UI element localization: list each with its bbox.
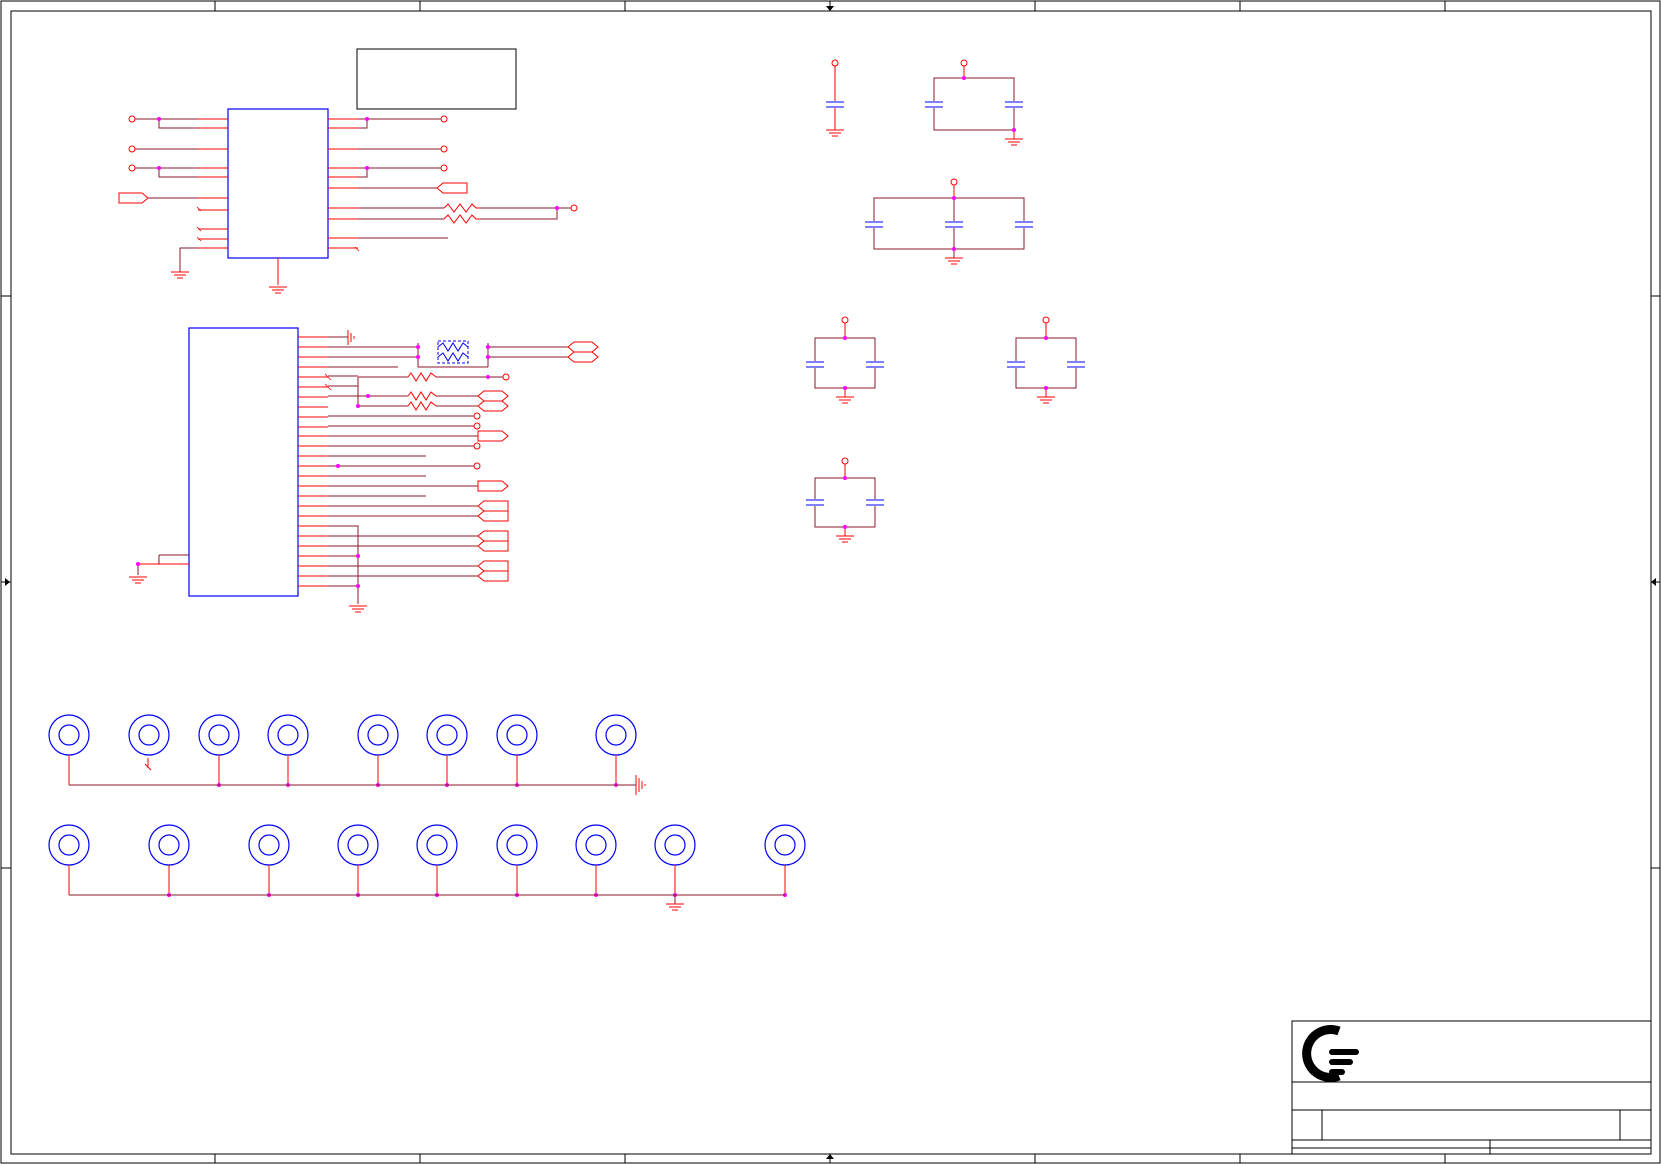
ic-u2-right-pins [298,336,328,587]
resistor-r1 [443,203,480,213]
sheet-border [0,0,1661,1164]
diff-port-1 [567,341,599,353]
title-block [1291,1020,1652,1155]
ic-u2-signal-ports [477,341,599,582]
mounting-hole-top-1 [48,714,90,785]
resistor-r5 [407,401,437,411]
mounting-hole-bottom-9 [764,824,806,897]
ic-u1-left-pins [198,118,228,249]
resistor-r3 [407,372,437,382]
input-port-left [118,192,149,204]
resistor-r2 [443,214,480,224]
cap-group-f [806,457,884,543]
ic-u2-resistors [407,372,437,411]
ic-u2-ground-symbols [129,330,367,613]
mounting-hole-grounds [144,758,684,911]
company-logo-icon [1302,1025,1359,1082]
mounting-hole-top-4 [267,714,309,787]
ic-u1-resistors [443,203,480,224]
ic-u1-junctions [157,117,559,210]
mounting-hole-bottom-3 [248,824,290,897]
cap-group-b [925,59,1023,146]
mounting-hole-bottom-4 [337,824,379,897]
ic-u1 [118,108,578,294]
mounting-holes-row-2 [48,824,806,897]
mounting-hole-bottom-1 [48,824,90,895]
decoupling-caps [806,59,1085,543]
cap-group-c [865,178,1033,265]
mounting-holes-row-1 [48,714,637,787]
ic-u2-body [188,327,299,597]
note-box [356,48,517,110]
ic-u2-power-ports [473,373,510,470]
cap-group-d [806,316,884,404]
mounting-hole-top-6 [426,714,468,787]
mounting-hole-bottom-6 [496,824,538,897]
output-port-right [436,182,468,194]
mounting-hole-top-2 [128,714,170,756]
cap-group-a [826,59,844,137]
mounting-hole-bottom-5 [416,824,458,897]
sheet-center-markers [5,6,1656,1159]
schematic-sheet [0,0,1661,1164]
common-mode-choke [437,340,469,364]
mounting-hole-top-3 [198,714,240,787]
ic-u1-power-ports [128,115,578,212]
ic-u1-body [227,108,329,259]
resistor-r4 [407,391,437,401]
mounting-hole-top-5 [357,714,399,787]
mounting-hole-top-8 [595,714,637,787]
ic-u2 [129,327,599,613]
mounting-hole-bottom-8 [654,824,696,897]
diff-port-2 [567,351,599,363]
ic-u1-right-pins [277,118,358,285]
mounting-hole-bottom-7 [575,824,617,897]
mounting-hole-bottom-2 [148,824,190,897]
mounting-hole-top-7 [496,714,538,787]
ic-u1-nets [132,118,571,272]
ic-u1-ground-symbols [171,271,287,294]
ic-u1-signal-ports [118,182,468,204]
cap-group-e [1007,316,1085,404]
